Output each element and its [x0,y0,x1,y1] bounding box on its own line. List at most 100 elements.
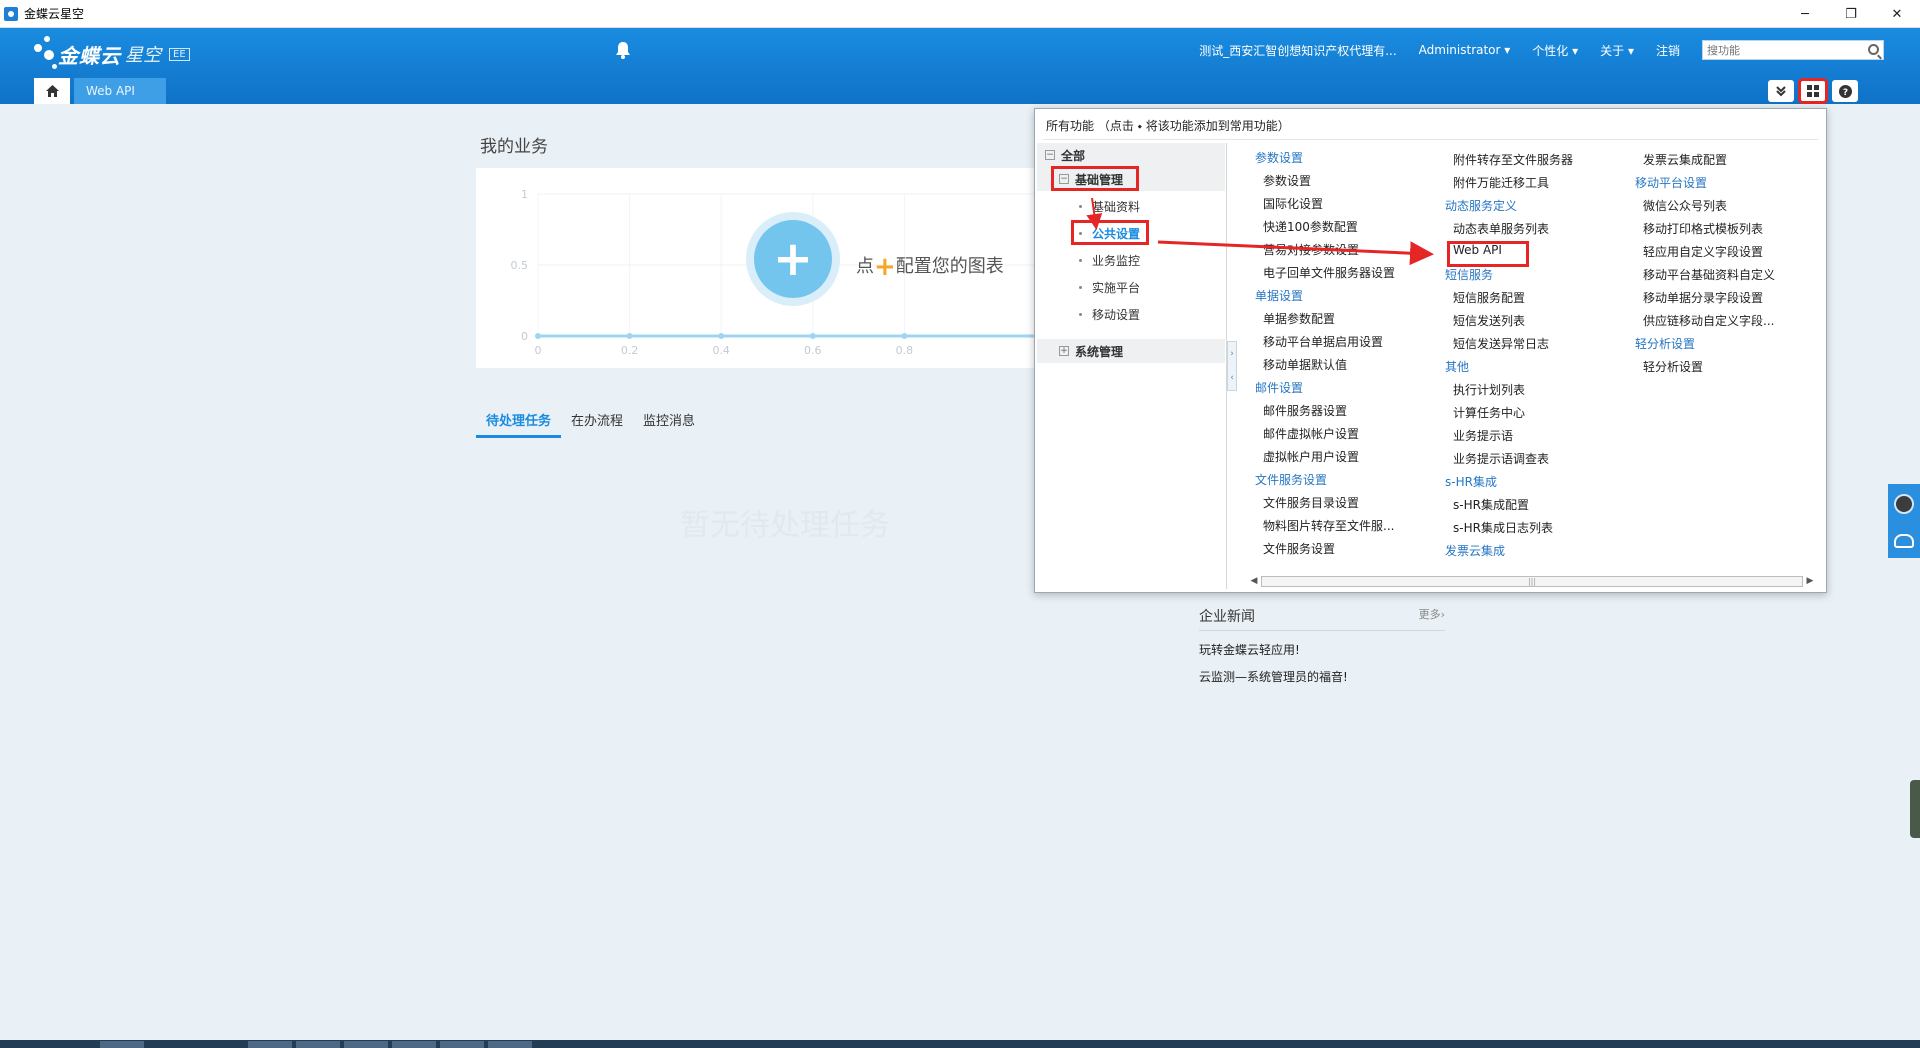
horizontal-scrollbar[interactable]: ◀ ||| ▶ [1247,573,1817,589]
tab-home[interactable] [34,78,70,104]
category-label: 单据设置 [1255,289,1304,303]
function-link[interactable]: 微信公众号列表 [1643,197,1727,214]
tree-node-basic-data[interactable]: 基础资料 [1079,195,1140,217]
function-link[interactable]: 邮件服务器设置 [1263,402,1347,419]
tree-node-all[interactable]: − 全部 [1045,144,1085,166]
function-tree: − 全部 − 基础管理 基础资料 公共设置 业务监控 实施平台 移动设置 + 系… [1037,143,1227,589]
function-link[interactable]: 附件转存至文件服务器 [1453,151,1573,168]
scroll-thumb[interactable]: ||| [1261,575,1803,587]
function-link[interactable]: 附件万能迁移工具 [1453,174,1549,191]
expand-icon[interactable]: + [1059,346,1069,356]
category-label: 文件服务设置 [1255,473,1328,487]
search-input[interactable] [1703,41,1863,59]
function-link[interactable]: 邮件虚拟帐户设置 [1263,425,1359,442]
function-link[interactable]: 轻应用自定义字段设置 [1643,243,1763,260]
function-link[interactable]: 文件服务目录设置 [1263,494,1359,511]
chart-hint-prefix: 点 [856,256,874,277]
category-label: 短信服务 [1445,268,1494,282]
function-link[interactable]: 电子回单文件服务器设置 [1263,264,1395,281]
function-link[interactable]: 短信服务配置 [1453,289,1525,306]
double-chevron-down-icon [1776,86,1786,97]
function-link[interactable]: 发票云集成配置 [1643,151,1727,168]
scroll-right-icon[interactable]: ▶ [1803,576,1817,586]
restore-button[interactable]: ❐ [1828,0,1874,28]
category-label: 轻分析设置 [1635,337,1696,351]
chevron-right-icon: › [1230,349,1234,359]
about-menu[interactable]: 关于 ▾ [1600,42,1634,59]
function-link[interactable]: 业务提示语 [1453,427,1513,444]
function-link[interactable]: 移动平台单据启用设置 [1263,333,1383,350]
avatar-icon[interactable] [1894,494,1914,514]
edition-badge: EE [169,47,190,61]
function-link[interactable]: 移动单据分录字段设置 [1643,289,1763,306]
function-link[interactable]: 短信发送异常日志 [1453,335,1549,352]
function-link[interactable]: 物料图片转存至文件服... [1263,517,1394,534]
add-chart-button[interactable]: + [746,212,840,306]
svg-text:?: ? [1842,88,1847,98]
app-header: 金蝶云 星空 EE 测试_西安汇智创想知识产权代理有... Administra… [0,28,1920,104]
function-link[interactable]: 业务提示语调查表 [1453,450,1549,467]
tree-node-system-management[interactable]: + 系统管理 [1059,340,1123,362]
function-link[interactable]: 供应链移动自定义字段... [1643,312,1774,329]
logout-link[interactable]: 注销 [1656,42,1680,59]
function-link[interactable]: 移动单据默认值 [1263,356,1347,373]
function-link[interactable]: s-HR集成配置 [1453,496,1529,513]
news-more-link[interactable]: 更多› [1419,606,1445,626]
function-link[interactable]: 短信发送列表 [1453,312,1525,329]
tab-web-api[interactable]: Web API [74,78,166,104]
minimize-button[interactable]: ─ [1782,0,1828,28]
category-label: s-HR集成 [1445,475,1497,489]
y-tick-label: 0.5 [511,259,529,272]
user-menu[interactable]: Administrator ▾ [1419,43,1511,57]
function-link[interactable]: 移动平台基础资料自定义 [1643,266,1775,283]
tree-node-implementation[interactable]: 实施平台 [1079,276,1140,298]
function-link[interactable]: 虚拟帐户用户设置 [1263,448,1359,465]
function-link[interactable]: 移动打印格式模板列表 [1643,220,1763,237]
data-point [901,333,908,339]
help-button[interactable]: ? [1832,80,1858,102]
tab-monitor-messages[interactable]: 监控消息 [633,406,705,438]
function-link[interactable]: 轻分析设置 [1643,358,1703,375]
y-tick-label: 0 [521,330,528,343]
collapse-icon[interactable]: − [1045,150,1055,160]
logo: 金蝶云 星空 EE [30,34,190,74]
section-title: 我的业务 [480,137,548,157]
news-item[interactable]: 云监测—系统管理员的福音! [1199,668,1445,685]
function-link[interactable]: 营易对接参数设置 [1263,241,1359,258]
floating-toolbar [1888,484,1920,558]
news-item[interactable]: 玩转金蝶云轻应用! [1199,641,1445,658]
function-link[interactable]: 动态表单服务列表 [1453,220,1549,237]
scroll-left-icon[interactable]: ◀ [1247,576,1261,586]
function-link[interactable]: 快递100参数配置 [1263,218,1358,235]
search-icon[interactable] [1868,44,1879,55]
function-link[interactable]: 国际化设置 [1263,195,1323,212]
chevron-left-icon: ‹ [1230,373,1234,383]
category-label: 邮件设置 [1255,381,1304,395]
all-functions-button[interactable] [1798,78,1828,104]
personalize-menu[interactable]: 个性化 ▾ [1532,42,1578,59]
function-link[interactable]: 执行计划列表 [1453,381,1525,398]
category-label: 发票云集成 [1445,544,1506,558]
close-button[interactable]: ✕ [1874,0,1920,28]
x-tick-label: 0.8 [896,344,914,357]
tab-in-progress[interactable]: 在办流程 [561,406,633,438]
plus-icon: + [772,231,814,287]
cloud-icon[interactable] [1894,534,1914,548]
org-selector[interactable]: 测试_西安汇智创想知识产权代理有... [1199,42,1396,59]
chart-hint[interactable]: 点+配置您的图表 [856,252,1004,282]
tree-node-mobile-settings[interactable]: 移动设置 [1079,303,1140,325]
function-link[interactable]: s-HR集成日志列表 [1453,519,1553,536]
tree-node-business-monitor[interactable]: 业务监控 [1079,249,1140,271]
function-link[interactable]: 文件服务设置 [1263,540,1335,557]
panel-splitter[interactable]: › ‹ [1227,341,1237,391]
task-tabs: 待处理任务 在办流程 监控消息 [476,406,705,438]
bell-icon[interactable] [615,41,631,59]
x-tick-label: 0.4 [712,344,730,357]
function-link[interactable]: 计算任务中心 [1453,404,1525,421]
collapse-button[interactable] [1768,80,1794,102]
side-handle[interactable] [1910,780,1920,838]
function-link[interactable]: 单据参数配置 [1263,310,1335,327]
tab-pending-tasks[interactable]: 待处理任务 [476,406,562,438]
popup-title: 所有功能 （点击 ⬩ 将该功能添加到常用功能） [1046,119,1290,133]
function-link[interactable]: 参数设置 [1263,172,1311,189]
